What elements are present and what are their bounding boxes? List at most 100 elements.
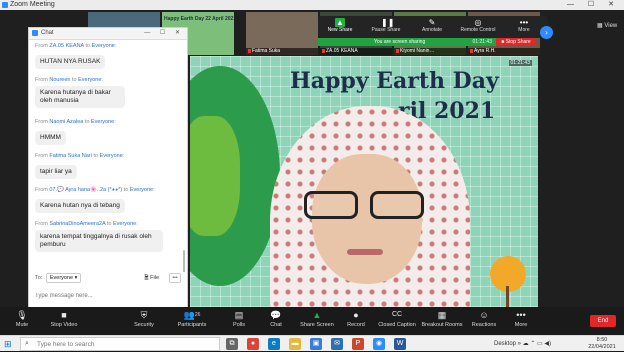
recipient-name: Everyone (112, 221, 137, 227)
participant-name: Ayra R.H. (474, 48, 496, 54)
clock-time: 8:50 (596, 337, 608, 343)
recipient-row: To: Everyone ▾ (35, 273, 82, 283)
sender-name: Naomi Azalea (49, 119, 84, 125)
chat-message: From 07.💬 Ayra hana🌸..2a (*◕◕*) to Every… (35, 186, 175, 213)
chat-message: From SabrinaDinoAmeera2A to Everyone: ka… (35, 220, 175, 252)
participant-thumbnail[interactable]: Fatima Suka (246, 12, 318, 55)
closed-caption-button[interactable]: CC Closed Caption (373, 309, 421, 329)
participant-name: Fatima Suka (252, 48, 281, 54)
stop-share-button[interactable]: ■ Stop Share (496, 38, 536, 46)
system-tray[interactable]: Desktop » ☁ ⌃ ▭ ◀) (494, 336, 551, 352)
search-icon: ⌕ (25, 340, 29, 347)
sender-name: 07.💬 Ayra hana🌸..2a (*◕◕*) (49, 187, 123, 193)
remote-control-button[interactable]: ◎ Remote Control (456, 18, 500, 34)
new-share-icon: ▲ (335, 18, 345, 27)
sender-name: ZA.05 KEANA (49, 43, 84, 49)
closed-caption-icon: CC (391, 311, 403, 318)
mic-muted-icon (248, 48, 251, 53)
sender-name: SabrinaDinoAmeera2A (49, 221, 106, 227)
participants-label: Participants (177, 322, 207, 328)
chat-message: From Naomi Azalea to Everyone: HMMM (35, 118, 175, 145)
participants-icon: 👥 (183, 310, 195, 320)
word-icon[interactable]: W (394, 338, 406, 350)
recipient-dropdown[interactable]: Everyone ▾ (45, 273, 82, 283)
chat-panel: Chat — ☐ ✕ From ZA.05 KEANA to Everyone:… (28, 27, 188, 307)
participant-name: Kiyomi Nanin… (400, 48, 435, 54)
security-label: Security (134, 322, 154, 328)
breakout-rooms-label: Breakout Rooms (421, 322, 463, 328)
task-view-icon[interactable]: ⧉ (226, 338, 238, 350)
chat-message: From Fatima Suka Nari to Everyone: tapir… (35, 152, 175, 179)
breakout-rooms-button[interactable]: ▦ Breakout Rooms (418, 309, 466, 329)
chat-scrollbar[interactable] (183, 250, 185, 272)
mail-icon[interactable]: ✉ (331, 338, 343, 350)
screen-sharing-banner: You are screen sharing 01:21:43 (318, 38, 496, 46)
chat-message-input[interactable] (35, 290, 183, 302)
sharing-timer: 01:21:43 (472, 39, 492, 45)
chat-more-button[interactable]: ••• (169, 273, 181, 283)
pause-share-label: Pause Share (371, 27, 401, 33)
video-timer: 01:21:43 (508, 60, 532, 66)
message-text: HMMM (35, 131, 66, 145)
mic-muted-icon (470, 48, 473, 53)
taskbar-search-input[interactable] (37, 339, 215, 349)
zoom-chat-icon (32, 30, 38, 36)
mic-muted-icon (322, 48, 325, 53)
edge-icon[interactable]: e (268, 338, 280, 350)
more-icon: ••• (519, 18, 529, 27)
windows-start-icon[interactable]: ⊞ (4, 339, 14, 349)
pause-icon: ❚❚ (381, 18, 395, 27)
pause-share-button[interactable]: ❚❚ Pause Share (364, 18, 408, 34)
more-label: More (514, 322, 528, 328)
earth-land-illustration (190, 116, 240, 236)
taskbar-search[interactable]: ⌕ (20, 337, 220, 351)
more-button[interactable]: ••• More (497, 309, 545, 329)
participant-name: Happy Earth Day 22 April 2021 (164, 16, 234, 22)
annotate-label: Annotate (421, 27, 443, 33)
message-text: karena tempat tinggalnya di rusak oleh p… (35, 230, 163, 252)
next-page-arrow-icon[interactable]: › (540, 26, 553, 39)
chrome-icon[interactable]: ● (247, 338, 259, 350)
windows-taskbar: ⊞ ⌕ ⧉ ● e ▬ ▣ ✉ P ◉ W Desktop » ☁ ⌃ ▭ ◀) 8:50 22… (0, 335, 624, 351)
annotate-button[interactable]: ✎ Annotate (410, 18, 454, 34)
message-text: Karena hutanya di bakar oleh manusia (35, 86, 125, 108)
chat-messages[interactable]: From ZA.05 KEANA to Everyone: HUTAN NYA … (29, 40, 187, 272)
zoom-icon[interactable]: ◉ (373, 338, 385, 350)
file-button[interactable]: 🗎 File (144, 273, 159, 283)
end-meeting-button[interactable]: End (590, 315, 616, 327)
store-icon[interactable]: ▣ (310, 338, 322, 350)
participants-button[interactable]: 👥26 Participants (168, 309, 216, 329)
presenter-glasses (304, 191, 434, 221)
chat-message: From ZA.05 KEANA to Everyone: HUTAN NYA … (35, 42, 175, 69)
remote-control-icon: ◎ (474, 18, 482, 27)
view-button[interactable]: ▦ View (597, 22, 617, 29)
window-titlebar: Zoom Meeting — ☐ ✕ (0, 0, 624, 10)
new-share-button[interactable]: ▲ New Share (318, 18, 362, 34)
mic-muted-icon (396, 48, 399, 53)
stop-video-button[interactable]: ■ Stop Video (40, 309, 88, 329)
tree-trunk-illustration (506, 286, 509, 307)
recipient-name: Everyone (78, 77, 102, 83)
security-button[interactable]: ⛨ Security (120, 309, 168, 329)
file-explorer-icon[interactable]: ▬ (289, 338, 301, 350)
chat-window-controls[interactable]: — ☐ ✕ (144, 28, 184, 39)
window-controls[interactable]: — ☐ ✕ (567, 0, 620, 10)
chat-header: Chat — ☐ ✕ (29, 28, 187, 40)
breakout-rooms-icon: ▦ (437, 310, 447, 320)
sharing-status-text: You are screen sharing (374, 39, 426, 45)
clock-date: 22/04/2021 (588, 344, 616, 350)
closed-caption-label: Closed Caption (378, 322, 416, 328)
video-camera-icon: ■ (61, 310, 67, 320)
meeting-stage: Happy Earth Day 22 April 2021 Fatima Suk… (0, 10, 624, 307)
message-text: HUTAN NYA RUSAK (35, 55, 106, 69)
more-icon: ••• (516, 310, 526, 320)
message-text: tapir liar ya (35, 165, 77, 179)
powerpoint-icon[interactable]: P (352, 338, 364, 350)
recipient-name: Everyone (99, 153, 123, 159)
taskbar-clock[interactable]: 8:50 22/04/2021 (584, 337, 620, 351)
remote-control-label: Remote Control (460, 27, 496, 33)
recipient-name: Everyone (91, 43, 115, 49)
main-video: Happy Earth Day ril 2021 01:21:43 (190, 56, 538, 307)
recipient-name: Everyone (90, 119, 115, 125)
share-toolbar: ▲ New Share ❚❚ Pause Share ✎ Annotate ◎ … (318, 16, 548, 38)
